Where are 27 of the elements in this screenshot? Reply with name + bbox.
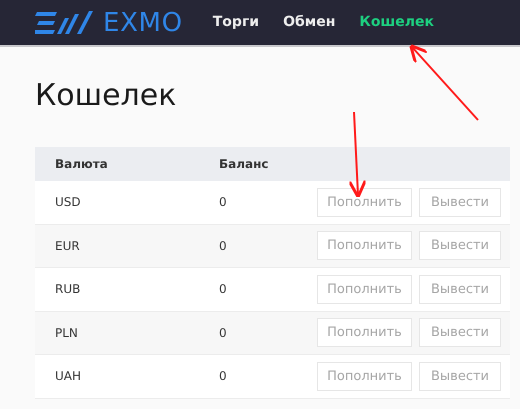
withdraw-button[interactable]: Вывести	[419, 188, 501, 217]
deposit-button[interactable]: Пополнить	[317, 318, 412, 348]
nav-link[interactable]: Кошелек	[359, 12, 434, 33]
nav-link[interactable]: Обмен	[283, 12, 336, 33]
deposit-button[interactable]: Пополнить	[317, 188, 412, 217]
withdraw-button[interactable]: Вывести	[419, 274, 501, 304]
table-cell-text: 0	[219, 368, 228, 386]
column-header: Баланс	[219, 156, 269, 173]
table-cell-text: 0	[219, 281, 228, 298]
deposit-button[interactable]: Пополнить	[317, 274, 412, 304]
table-cell-text: 0	[219, 324, 228, 342]
deposit-button[interactable]: Пополнить	[317, 231, 412, 260]
withdraw-button[interactable]: Вывести	[419, 318, 501, 348]
table-cell-text: RUB	[54, 281, 82, 298]
table-cell-text: UAH	[54, 368, 82, 386]
column-header: Валюта	[54, 156, 109, 173]
withdraw-button[interactable]: Вывести	[419, 231, 501, 260]
table-cell-text: EUR	[54, 238, 81, 255]
table-cell-text: 0	[219, 238, 228, 255]
page-title: Кошелек	[35, 81, 178, 111]
table-cell-text: 0	[219, 194, 228, 212]
table-cell-text: PLN	[54, 324, 79, 342]
logo-text: EXMO	[103, 10, 183, 36]
table-cell-text: USD	[54, 194, 82, 212]
withdraw-button[interactable]: Вывести	[419, 362, 501, 391]
deposit-button[interactable]: Пополнить	[317, 362, 412, 391]
nav-link[interactable]: Торги	[212, 12, 260, 33]
